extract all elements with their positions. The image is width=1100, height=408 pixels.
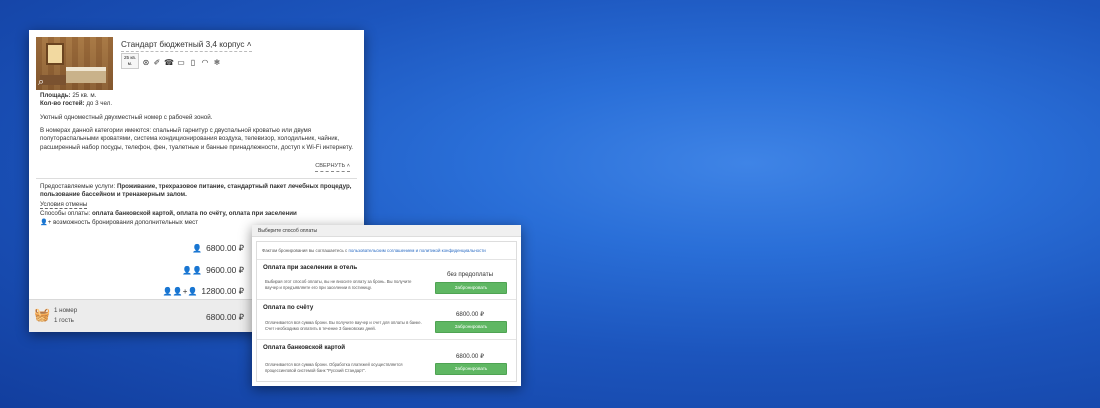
agreement-text: Фактом бронирования вы соглашаетесь с по… (262, 248, 486, 253)
extra-beds-label: возможность бронирования дополнительных … (53, 219, 199, 227)
photo-bed (66, 67, 106, 83)
area-value: 25 кв. м. (70, 92, 97, 99)
divider (36, 178, 357, 179)
payment-option-price: без предоплаты (446, 271, 494, 278)
payment-option-title: Оплата банковской картой (263, 344, 346, 351)
payment-option: Оплата при заселении в отель Выбирая это… (257, 259, 516, 299)
payment-option-desc: Выбирая этот способ оплаты, вы не вносит… (265, 279, 412, 291)
guests-value: до 3 чел. (84, 100, 113, 108)
room-description: В номерах данной категории имеются: спал… (40, 127, 353, 151)
price-amount: 12800.00 ₽ (201, 286, 244, 296)
cart-rooms: 1 номер (54, 307, 78, 314)
price-row[interactable]: 👤👤+👤 12800.00 ₽ (163, 286, 244, 298)
cart-summary: 1 номер 1 гость (54, 306, 77, 326)
zoom-icon[interactable]: ⌕ (38, 76, 50, 88)
price-amount: 9600.00 ₽ (206, 265, 244, 275)
book-button[interactable]: Забронировать (435, 321, 507, 333)
payment-option-desc: Оплачивается вся сумма брони. Вы получит… (265, 320, 422, 332)
photo-window (46, 43, 64, 65)
area-chip: 25 кв. м. (121, 53, 139, 69)
wifi-icon: ◠ (201, 58, 209, 67)
cancel-conditions-link[interactable]: Условия отмены (40, 200, 88, 209)
snowflake-icon: ❄ (213, 58, 221, 67)
cart-total: 6800.00 ₽ (206, 312, 244, 322)
extra-guest-icon: 👤+ (40, 219, 52, 227)
payment-option-title: Оплата при заселении в отель (263, 264, 358, 271)
hairdryer-icon: ✐ (153, 58, 161, 67)
two-persons-icon: 👤👤 (182, 266, 203, 275)
tv-icon: ▭ (177, 58, 185, 67)
services-block: Предоставляемые услуги: Проживание, трех… (40, 183, 358, 229)
payment-option-price: 6800.00 ₽ (455, 311, 485, 318)
book-button[interactable]: Забронировать (435, 363, 507, 375)
cart-guests: 1 гость (54, 316, 74, 324)
book-button[interactable]: Забронировать (435, 282, 507, 294)
three-persons-icon: 👤👤+👤 (162, 287, 198, 296)
payment-methods-line: Способы оплаты: оплата банковской картой… (40, 210, 358, 218)
payment-option: Оплата по счёту Оплачивается вся сумма б… (257, 299, 516, 339)
price-row[interactable]: 👤 6800.00 ₽ (192, 243, 244, 255)
basket-icon[interactable]: 🧺 (34, 308, 50, 322)
room-info: Площадь: 25 кв. м. Кол-во гостей: до 3 ч… (40, 92, 358, 157)
agreement-prefix: Фактом бронирования вы соглашаетесь с (262, 248, 349, 253)
room-summary: Уютный одноместный двухместный номер с р… (40, 113, 213, 121)
payment-header: Выберите способ оплаты (252, 225, 521, 237)
fridge-icon: ▯ (190, 58, 196, 67)
payment-methods-value: оплата банковской картой, оплата по счёт… (90, 210, 297, 218)
payment-option-price: 6800.00 ₽ (455, 353, 485, 360)
phone-icon: ☎ (164, 58, 174, 67)
agreement-link[interactable]: пользовательским соглашением и политикой… (348, 248, 485, 253)
payment-option-desc: Оплачивается вся сумма брони. Обработка … (265, 362, 403, 374)
payment-option-title: Оплата по счёту (263, 304, 314, 311)
services-label: Предоставляемые услуги: (40, 183, 116, 190)
area-chip-unit: м. (127, 61, 133, 66)
services-line: Предоставляемые услуги: Проживание, трех… (40, 183, 358, 200)
price-row[interactable]: 👤👤 9600.00 ₽ (182, 265, 244, 277)
collapse-link[interactable]: СВЕРНУТЬ ˄ (315, 163, 350, 172)
ac-icon: ⊛ (142, 58, 150, 67)
price-amount: 6800.00 ₽ (206, 243, 244, 253)
payment-methods-label: Способы оплаты: (40, 210, 91, 218)
payment-body: Фактом бронирования вы соглашаетесь с по… (256, 241, 517, 382)
payment-option: Оплата банковской картой Оплачивается вс… (257, 339, 516, 381)
payment-panel: Выберите способ оплаты Фактом бронирован… (252, 225, 521, 386)
area-label: Площадь: (40, 92, 71, 99)
guests-label: Кол-во гостей: (40, 100, 85, 108)
person-icon: 👤 (192, 244, 203, 253)
room-photo[interactable]: ⌕ (36, 37, 113, 90)
area-line: Площадь: 25 кв. м. (40, 92, 358, 100)
room-title[interactable]: Стандарт бюджетный 3,4 корпус ˄ (121, 39, 252, 53)
guests-line: Кол-во гостей: до 3 чел. (40, 100, 358, 108)
cancel-line: Условия отмены (40, 200, 358, 209)
